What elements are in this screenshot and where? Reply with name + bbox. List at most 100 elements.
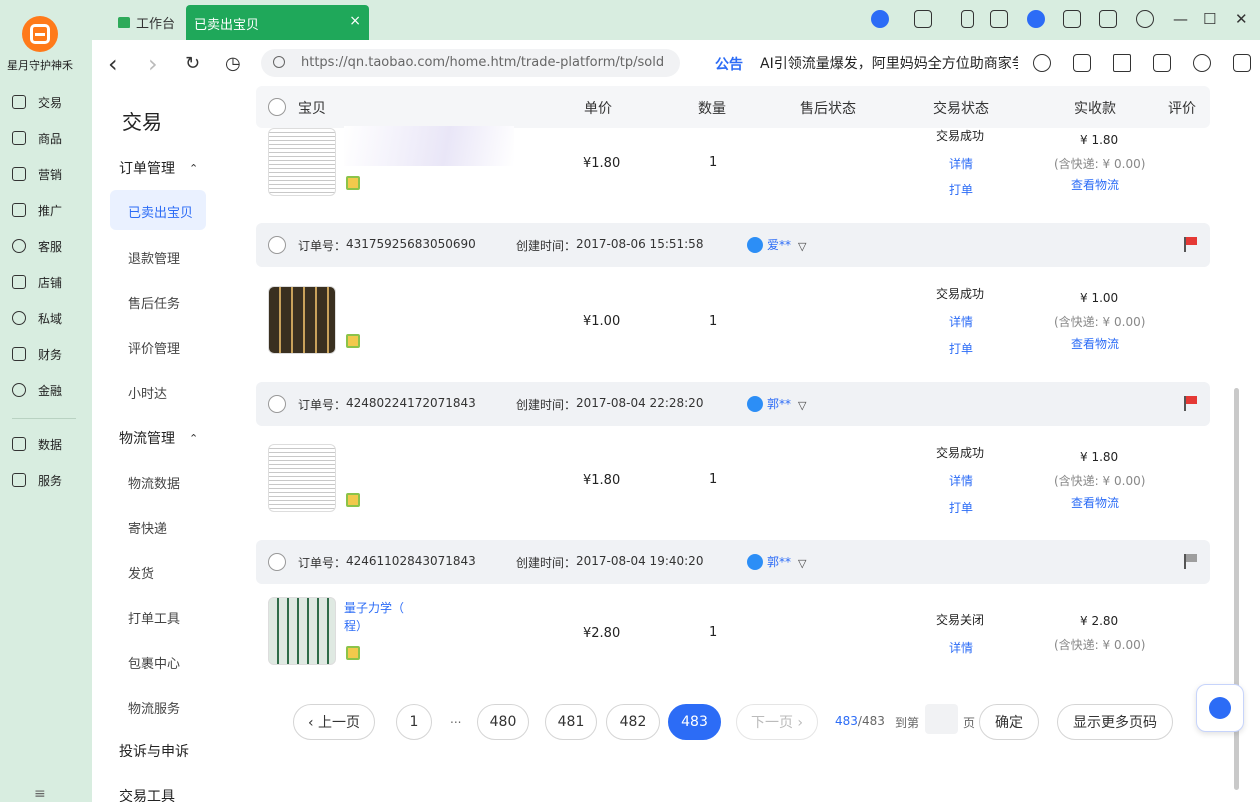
rail-item-service[interactable]: 客服 (12, 235, 62, 257)
confirm-button[interactable]: 确定 (979, 704, 1039, 740)
item-qty: 1 (709, 155, 718, 170)
back-icon[interactable]: ‹ (108, 50, 118, 78)
item-title[interactable] (344, 126, 514, 166)
close-window-button[interactable]: ✕ (1235, 10, 1248, 28)
item-thumbnail[interactable] (268, 444, 336, 512)
page-button-483[interactable]: 483 (668, 704, 721, 740)
logistics-link[interactable]: 查看物流 (1071, 494, 1119, 511)
subnav-item-hourly[interactable]: 小时达 (128, 383, 167, 402)
subnav-item-print-tool[interactable]: 打单工具 (128, 608, 180, 627)
url-input[interactable]: https://qn.taobao.com/home.htm/trade-pla… (261, 49, 680, 77)
subnav-group-order[interactable]: 订单管理 ⌃ (119, 158, 198, 178)
flag-icon[interactable] (1184, 396, 1198, 411)
detail-link[interactable]: 详情 (949, 155, 973, 172)
subnav-item-package[interactable]: 包裹中心 (128, 653, 180, 672)
settings-icon[interactable] (1136, 10, 1154, 28)
folder-icon[interactable] (1153, 54, 1171, 72)
page-button-482[interactable]: 482 (606, 704, 660, 740)
note-icon[interactable] (990, 10, 1008, 28)
select-all-checkbox[interactable] (268, 98, 286, 116)
logistics-link[interactable]: 查看物流 (1071, 335, 1119, 352)
star-icon[interactable] (1113, 54, 1131, 72)
subnav-group-tools[interactable]: 交易工具 (119, 786, 175, 802)
edit-icon[interactable] (1063, 10, 1081, 28)
print-link[interactable]: 打单 (949, 181, 973, 198)
assistant-button[interactable] (1196, 684, 1244, 732)
subnav-item-ship[interactable]: 发货 (128, 563, 154, 582)
filter-icon[interactable]: ▽ (798, 240, 806, 253)
page-button-480[interactable]: 480 (477, 704, 529, 740)
rail-item-finance[interactable]: 财务 (12, 343, 62, 365)
menu-toggle-icon[interactable]: ≡ (34, 786, 46, 802)
flag-icon[interactable] (1184, 554, 1198, 569)
rail-item-banking[interactable]: 金融 (12, 379, 62, 401)
minimize-button[interactable]: — (1173, 10, 1188, 28)
rail-item-trade[interactable]: 交易 (12, 91, 62, 113)
device-icon[interactable] (914, 10, 932, 28)
forward-icon[interactable]: › (148, 50, 158, 78)
subnav-item-sold[interactable]: 已卖出宝贝 (110, 190, 206, 230)
detail-link[interactable]: 详情 (949, 472, 973, 489)
tab-sold-items[interactable]: 已卖出宝贝 × (186, 5, 369, 41)
item-thumbnail[interactable] (268, 128, 336, 196)
col-item: 宝贝 (298, 101, 326, 117)
buyer-name[interactable]: 郭** (767, 553, 791, 570)
refresh-circle-icon[interactable] (1033, 54, 1051, 72)
tab-close-icon[interactable]: × (349, 13, 361, 29)
order-checkbox[interactable] (268, 236, 286, 254)
subnav-item-logistics-data[interactable]: 物流数据 (128, 473, 180, 492)
mobile-icon[interactable] (961, 10, 974, 28)
buyer-name[interactable]: 郭** (767, 395, 791, 412)
tab-workbench[interactable]: 工作台 (118, 13, 175, 32)
history-icon[interactable]: ◷ (225, 53, 241, 74)
subnav-item-review[interactable]: 评价管理 (128, 338, 180, 357)
lightning-icon[interactable] (871, 10, 889, 28)
logistics-link[interactable]: 查看物流 (1071, 176, 1119, 193)
subnav-item-aftersale[interactable]: 售后任务 (128, 293, 180, 312)
rail-item-data[interactable]: 数据 (12, 433, 62, 455)
print-link[interactable]: 打单 (949, 340, 973, 357)
page-button-1[interactable]: 1 (396, 704, 432, 740)
app-logo[interactable] (22, 16, 58, 52)
address-bar: ‹ › ↻ ◷ https://qn.taobao.com/home.htm/t… (92, 40, 1260, 86)
show-more-pages-button[interactable]: 显示更多页码 (1057, 704, 1173, 740)
page-button-481[interactable]: 481 (545, 704, 597, 740)
filter-icon[interactable]: ▽ (798, 557, 806, 570)
rail-item-services[interactable]: 服务 (12, 469, 62, 491)
user-circle-icon[interactable] (1027, 10, 1045, 28)
item-title[interactable]: 量子力学（ 程） (344, 599, 514, 635)
detail-link[interactable]: 详情 (949, 313, 973, 330)
goto-page-input[interactable] (925, 704, 958, 734)
notice-text[interactable]: AI引领流量爆发，阿里妈妈全方位助商家争 (760, 53, 1018, 73)
filter-icon[interactable]: ▽ (798, 399, 806, 412)
rail-item-shop[interactable]: 店铺 (12, 271, 62, 293)
detail-link[interactable]: 详情 (949, 639, 973, 656)
chat-icon[interactable] (1233, 54, 1251, 72)
subnav-group-logistics[interactable]: 物流管理 ⌃ (119, 428, 198, 448)
reload-icon[interactable]: ↻ (185, 53, 200, 74)
order-checkbox[interactable] (268, 553, 286, 571)
rail-item-marketing[interactable]: 营销 (12, 163, 62, 185)
subnav-item-express[interactable]: 寄快递 (128, 518, 167, 537)
subnav-item-refund[interactable]: 退款管理 (128, 248, 180, 267)
copy-icon[interactable] (1073, 54, 1091, 72)
buyer-name[interactable]: 爱** (767, 236, 791, 253)
next-page-button[interactable]: 下一页 › (736, 704, 818, 740)
prev-page-button[interactable]: ‹ 上一页 (293, 704, 375, 740)
col-price: 单价 (584, 101, 612, 117)
item-thumbnail[interactable] (268, 286, 336, 354)
rail-item-private-domain[interactable]: 私域 (12, 307, 62, 329)
rail-item-promotion[interactable]: 推广 (12, 199, 62, 221)
notice-label[interactable]: 公告 (715, 54, 743, 74)
print-link[interactable]: 打单 (949, 499, 973, 516)
flag-icon[interactable] (1184, 237, 1198, 252)
robot-icon[interactable] (1193, 54, 1211, 72)
item-thumbnail[interactable] (268, 597, 336, 665)
rail-item-goods[interactable]: 商品 (12, 127, 62, 149)
promotion-icon (12, 203, 26, 217)
subnav-group-complaint[interactable]: 投诉与申诉 (119, 741, 189, 761)
shirt-icon[interactable] (1099, 10, 1117, 28)
maximize-button[interactable]: ☐ (1203, 10, 1216, 28)
subnav-item-logistics-service[interactable]: 物流服务 (128, 698, 180, 717)
order-checkbox[interactable] (268, 395, 286, 413)
